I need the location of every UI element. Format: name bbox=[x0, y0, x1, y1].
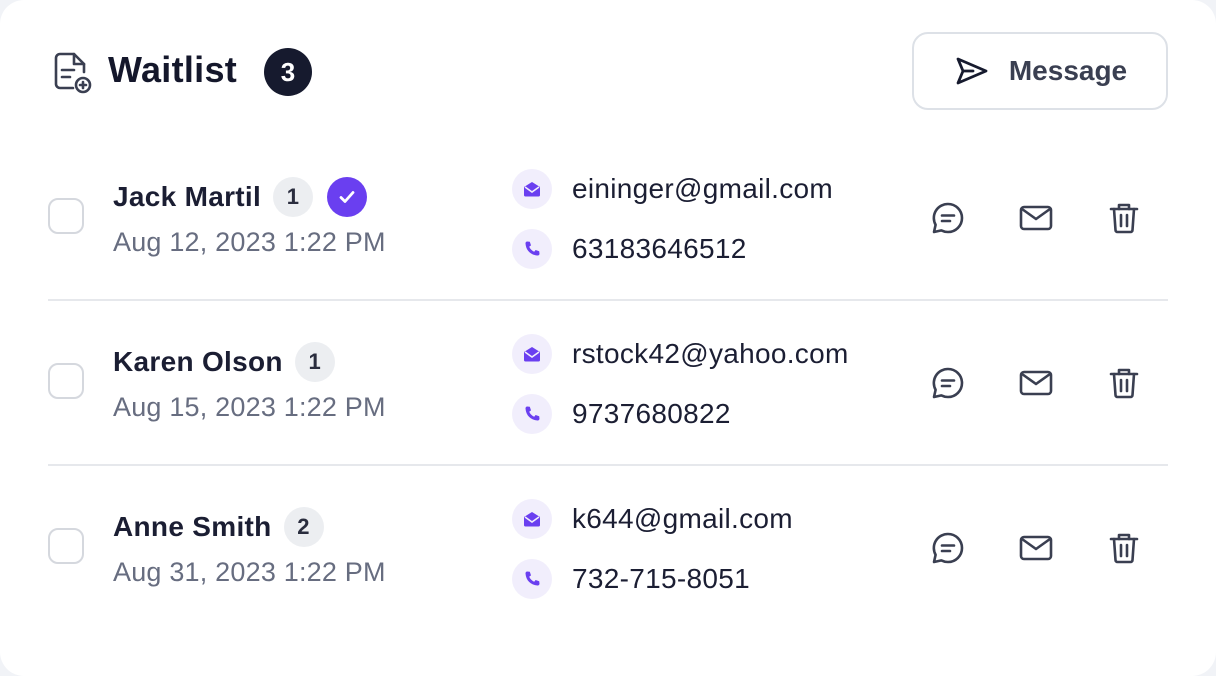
list-item: Jack Martil 1 Aug 12, 2023 1:22 PM einin… bbox=[48, 136, 1168, 301]
phone-contact: 732-715-8051 bbox=[512, 559, 750, 599]
list-item: Karen Olson 1 Aug 15, 2023 1:22 PM rstoc… bbox=[48, 301, 1168, 466]
guest-name: Karen Olson bbox=[113, 346, 283, 377]
trash-icon[interactable] bbox=[1104, 528, 1144, 568]
waitlist-header: Waitlist 3 Message bbox=[48, 32, 1168, 112]
guest-name: Jack Martil bbox=[113, 181, 262, 212]
phone-icon bbox=[512, 559, 552, 599]
row-checkbox[interactable] bbox=[48, 528, 84, 564]
email-contact: rstock42@yahoo.com bbox=[512, 334, 849, 374]
email-open-icon bbox=[512, 169, 552, 209]
row-checkbox[interactable] bbox=[48, 198, 84, 234]
verified-check-icon bbox=[327, 177, 368, 217]
email-text[interactable]: k644@gmail.com bbox=[572, 503, 793, 535]
email-open-icon bbox=[512, 499, 552, 539]
guest-name: Anne Smith bbox=[113, 511, 272, 542]
phone-text[interactable]: 63183646512 bbox=[572, 233, 747, 265]
phone-icon bbox=[512, 229, 552, 269]
chat-icon[interactable] bbox=[928, 363, 968, 403]
party-size-badge: 1 bbox=[273, 177, 314, 217]
waitlist-count-badge: 3 bbox=[264, 48, 312, 96]
chat-icon[interactable] bbox=[928, 528, 968, 568]
trash-icon[interactable] bbox=[1104, 198, 1144, 238]
trash-icon[interactable] bbox=[1104, 363, 1144, 403]
entry-date: Aug 31, 2023 1:22 PM bbox=[113, 557, 386, 587]
mail-icon[interactable] bbox=[1016, 528, 1056, 568]
message-button-label: Message bbox=[1008, 55, 1128, 86]
entry-date: Aug 12, 2023 1:22 PM bbox=[113, 227, 386, 257]
chat-icon[interactable] bbox=[928, 198, 968, 238]
entry-date: Aug 15, 2023 1:22 PM bbox=[113, 392, 386, 422]
waitlist-card: Waitlist 3 Message Jack Martil 1 Aug 12,… bbox=[0, 0, 1216, 676]
message-button[interactable]: Message bbox=[912, 32, 1168, 110]
phone-text[interactable]: 9737680822 bbox=[572, 398, 731, 430]
email-text[interactable]: rstock42@yahoo.com bbox=[572, 338, 849, 370]
phone-text[interactable]: 732-715-8051 bbox=[572, 563, 750, 595]
mail-icon[interactable] bbox=[1016, 198, 1056, 238]
waitlist-list: Jack Martil 1 Aug 12, 2023 1:22 PM einin… bbox=[48, 136, 1168, 629]
page-title: Waitlist bbox=[108, 49, 238, 90]
document-add-icon bbox=[54, 52, 92, 94]
email-contact: eininger@gmail.com bbox=[512, 169, 833, 209]
phone-contact: 63183646512 bbox=[512, 229, 747, 269]
send-icon bbox=[956, 57, 988, 85]
mail-icon[interactable] bbox=[1016, 363, 1056, 403]
phone-contact: 9737680822 bbox=[512, 394, 731, 434]
list-item: Anne Smith 2 Aug 31, 2023 1:22 PM k644@g… bbox=[48, 466, 1168, 629]
row-checkbox[interactable] bbox=[48, 363, 84, 399]
phone-icon bbox=[512, 394, 552, 434]
party-size-badge: 2 bbox=[283, 507, 324, 547]
email-open-icon bbox=[512, 334, 552, 374]
party-size-badge: 1 bbox=[294, 342, 335, 382]
email-text[interactable]: eininger@gmail.com bbox=[572, 173, 833, 205]
email-contact: k644@gmail.com bbox=[512, 499, 793, 539]
